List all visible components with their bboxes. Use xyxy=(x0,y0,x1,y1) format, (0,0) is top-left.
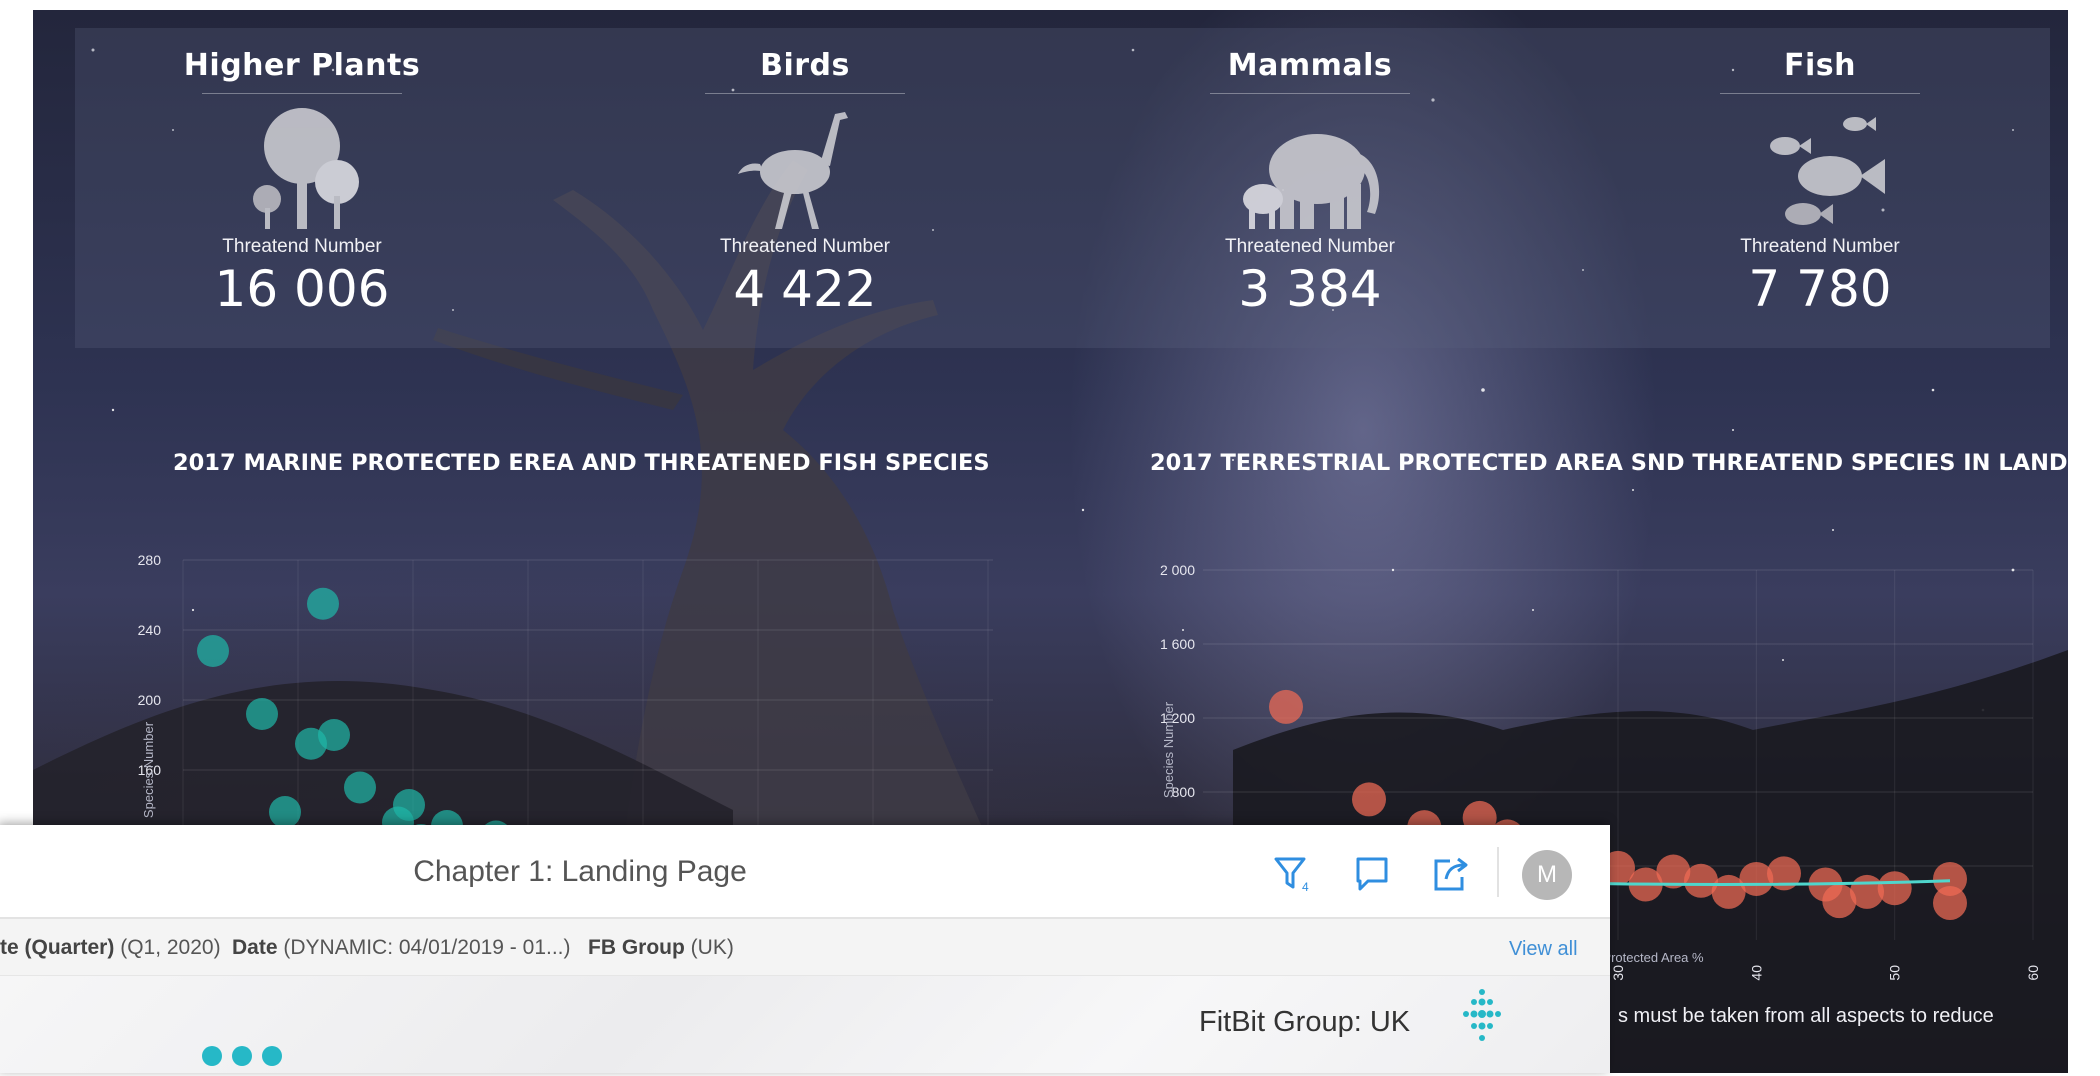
data-point xyxy=(1711,874,1746,909)
kpi-fish: Fish Threatend Number 7 780 xyxy=(1620,28,2020,318)
fitbit-logo-icon xyxy=(1463,989,1501,1041)
x-tick-label: 30 xyxy=(1610,965,1626,981)
kpi-birds: Birds Threatened Number 4 422 xyxy=(605,28,1005,318)
data-point xyxy=(1269,689,1303,724)
kpi-value: 4 422 xyxy=(733,260,877,318)
filter-chip-fb-group[interactable]: FB Group (UK) xyxy=(588,936,734,960)
kpi-divider xyxy=(705,93,905,94)
x-tick-label: 60 xyxy=(2025,965,2041,981)
kpi-label: Threatened Number xyxy=(1224,236,1396,257)
kpi-title: Mammals xyxy=(1227,48,1393,83)
kpi-value: 16 006 xyxy=(214,260,390,318)
filter-count-badge: 4 xyxy=(1302,880,1309,894)
note-text: s must be taken from all aspects to redu… xyxy=(1618,1005,1994,1027)
y-tick-label: 280 xyxy=(138,552,162,568)
filter-icon[interactable]: 4 xyxy=(1270,851,1314,895)
data-point xyxy=(246,698,278,730)
filter-name: FB Group xyxy=(588,936,685,959)
y-axis-title: Species Number xyxy=(141,721,156,818)
tree-icon xyxy=(253,108,359,229)
kpi-title: Higher Plants xyxy=(183,48,421,83)
kpi-title: Birds xyxy=(760,48,850,83)
header-divider xyxy=(1497,847,1499,897)
data-point xyxy=(1877,871,1912,906)
data-point xyxy=(1822,884,1857,919)
y-tick-label: 1 600 xyxy=(1160,636,1195,652)
avatar[interactable]: M xyxy=(1522,850,1572,900)
report-header: Chapter 1: Landing Page 4 M xyxy=(0,825,1610,919)
report-window: Chapter 1: Landing Page 4 M te (Quarter)… xyxy=(0,825,1610,1073)
kpi-label: Threatend Number xyxy=(1740,236,1900,257)
kpi-mammals: Mammals Threatened Number 3 384 xyxy=(1110,28,1510,318)
kpi-title: Fish xyxy=(1784,48,1856,83)
filter-chip-date[interactable]: Date (DYNAMIC: 04/01/2019 - 01...) xyxy=(232,936,571,960)
kpi-divider xyxy=(1720,93,1920,94)
view-all-link[interactable]: View all xyxy=(1509,938,1578,961)
kpi-value: 7 780 xyxy=(1748,260,1892,318)
data-point xyxy=(318,719,350,751)
x-axis-title: Protected Area % xyxy=(1602,950,1704,965)
y-tick-label: 200 xyxy=(138,692,162,708)
elephant-icon xyxy=(1243,134,1380,229)
filter-name: Date xyxy=(232,936,278,959)
terrestrial-chart-title: 2017 TERRESTRIAL PROTECTED AREA SND THRE… xyxy=(1150,450,2068,476)
comment-icon[interactable] xyxy=(1350,851,1394,895)
x-tick-label: 50 xyxy=(1887,965,1903,981)
filter-value: (DYNAMIC: 04/01/2019 - 01...) xyxy=(283,936,571,959)
fish-icon xyxy=(1770,117,1885,225)
y-tick-label: 2 000 xyxy=(1160,562,1195,578)
marine-chart-title: 2017 MARINE PROTECTED EREA AND THREATENE… xyxy=(173,450,990,476)
filter-value: (Q1, 2020) xyxy=(120,936,221,959)
y-tick-label: 240 xyxy=(138,622,162,638)
filter-name: te (Quarter) xyxy=(0,936,115,959)
data-point xyxy=(269,796,301,828)
data-point xyxy=(1352,782,1386,817)
y-axis-title: Species Number xyxy=(1161,701,1176,798)
page-title: Chapter 1: Landing Page xyxy=(413,855,747,888)
marine-chart: 2802402001601208040Species Number xyxy=(138,552,993,1050)
kpi-divider xyxy=(1210,93,1410,94)
share-icon[interactable] xyxy=(1428,851,1472,895)
kpi-label: Threatened Number xyxy=(719,236,891,257)
kpi-value: 3 384 xyxy=(1238,260,1382,318)
fitbit-dots-partial-icon xyxy=(202,1046,282,1066)
group-label: FitBit Group: UK xyxy=(1199,1006,1411,1038)
x-tick-label: 40 xyxy=(1748,965,1764,981)
kpi-higher-plants: Higher Plants Threatend Number 16 006 xyxy=(102,28,502,318)
report-body: FitBit Group: UK xyxy=(0,976,1610,1073)
kpi-divider xyxy=(202,93,402,94)
data-point xyxy=(344,771,376,804)
filter-bar: te (Quarter) (Q1, 2020) Date (DYNAMIC: 0… xyxy=(0,919,1610,976)
data-point xyxy=(307,587,339,620)
filter-chip-quarter[interactable]: te (Quarter) (Q1, 2020) xyxy=(0,936,221,960)
data-point xyxy=(1933,886,1967,920)
filter-value: (UK) xyxy=(690,936,734,959)
ostrich-icon xyxy=(738,112,848,229)
kpi-label: Threatend Number xyxy=(222,236,382,257)
data-point xyxy=(197,635,229,667)
